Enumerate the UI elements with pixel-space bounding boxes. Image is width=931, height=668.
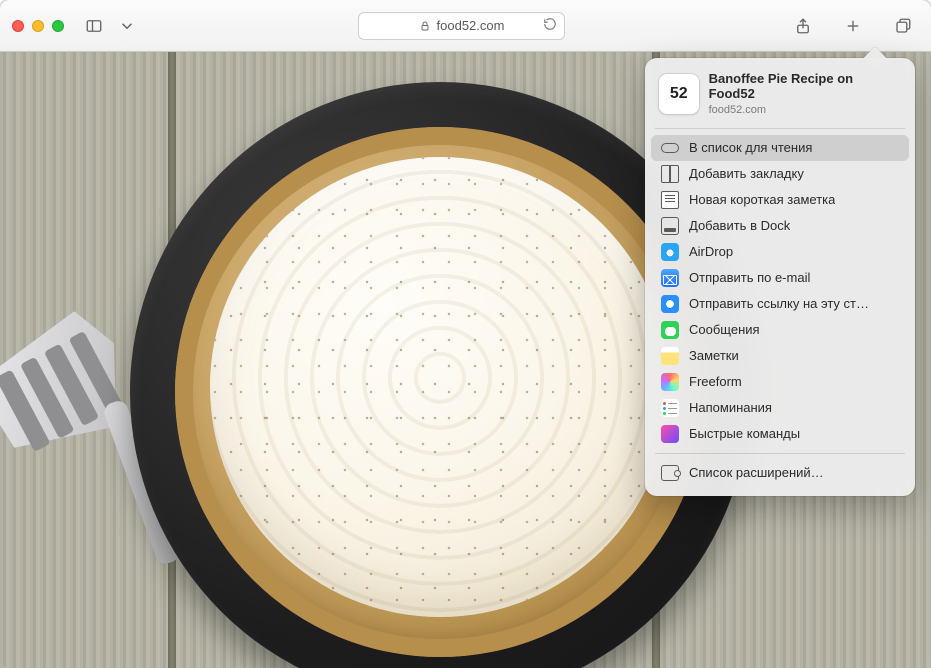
share-item-label: Сообщения [689,322,760,337]
dock-icon [661,217,679,235]
airdrop-icon [661,243,679,261]
share-extensions-item[interactable]: Список расширений… [651,460,909,486]
notes-icon [661,347,679,365]
share-menu-item[interactable]: Заметки [651,343,909,369]
share-button[interactable] [787,13,819,39]
share-menu-item[interactable]: Добавить закладку [651,161,909,187]
new-tab-button[interactable] [837,13,869,39]
share-menu-item[interactable]: Добавить в Dock [651,213,909,239]
messages-icon [661,321,679,339]
share-title: Banoffee Pie Recipe on Food52 [709,72,901,102]
share-item-label: Заметки [689,348,739,363]
share-menu-item[interactable]: AirDrop [651,239,909,265]
zoom-window-button[interactable] [52,20,64,32]
browser-toolbar: food52.com [0,0,931,52]
share-item-label: Freeform [689,374,742,389]
share-item-label: Отправить по e-mail [689,270,810,285]
share-popover: 52 Banoffee Pie Recipe on Food52 food52.… [645,58,915,496]
address-bar-text: food52.com [437,18,505,33]
minimize-window-button[interactable] [32,20,44,32]
share-item-label: Новая короткая заметка [689,192,835,207]
book-icon [661,165,679,183]
tab-group-menu-button[interactable] [118,13,136,39]
share-menu-item[interactable]: Отправить ссылку на эту ст… [651,291,909,317]
share-item-label: В список для чтения [689,140,812,155]
safari-icon [661,295,679,313]
share-item-label: Добавить закладку [689,166,804,181]
share-item-label: Список расширений… [689,465,824,480]
glasses-icon [661,139,679,157]
share-menu-item[interactable]: В список для чтения [651,135,909,161]
share-item-label: Отправить ссылку на эту ст… [689,296,869,311]
reminders-icon [661,399,679,417]
mail-icon [661,269,679,287]
pie-cream-illustration [210,157,670,617]
lock-icon [419,20,431,32]
separator [655,128,905,129]
share-item-label: AirDrop [689,244,733,259]
share-menu-item[interactable]: Отправить по e-mail [651,265,909,291]
share-subtitle: food52.com [709,104,901,116]
note-icon [661,191,679,209]
share-menu-item[interactable]: Быстрые команды [651,421,909,447]
share-menu-item[interactable]: Сообщения [651,317,909,343]
tab-overview-button[interactable] [887,13,919,39]
share-menu-item[interactable]: Новая короткая заметка [651,187,909,213]
close-window-button[interactable] [12,20,24,32]
sidebar-toggle-button[interactable] [78,13,110,39]
shortcuts-icon [661,425,679,443]
share-item-label: Напоминания [689,400,772,415]
share-menu-item[interactable]: Freeform [651,369,909,395]
share-thumbnail: 52 [659,74,699,114]
separator [655,453,905,454]
share-menu: В список для чтения Добавить закладку Нова… [651,131,909,451]
reload-button[interactable] [543,17,557,34]
window-controls [12,20,64,32]
address-bar[interactable]: food52.com [358,12,564,40]
share-header: 52 Banoffee Pie Recipe on Food52 food52.… [651,64,909,126]
freeform-icon [661,373,679,391]
extensions-icon [661,465,679,481]
share-item-label: Быстрые команды [689,426,800,441]
share-menu-item[interactable]: Напоминания [651,395,909,421]
share-item-label: Добавить в Dock [689,218,790,233]
